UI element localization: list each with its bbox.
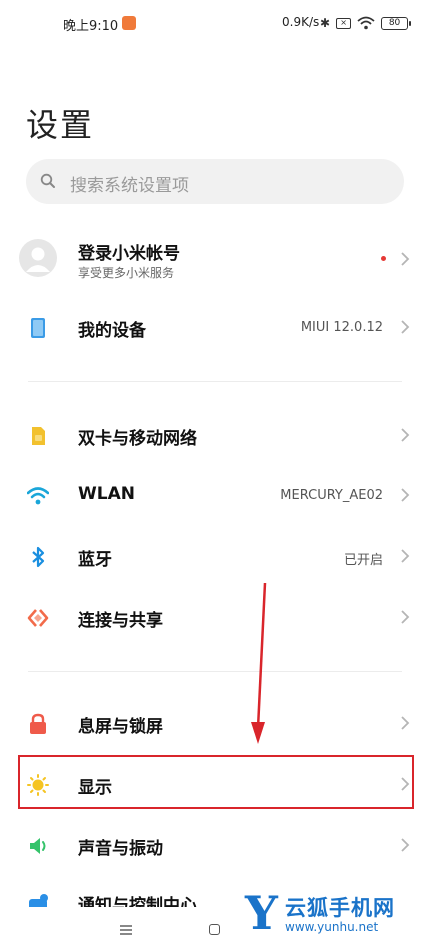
status-time: 晚上9:10 bbox=[63, 19, 119, 34]
settings-row-sim[interactable]: 双卡与移动网络 bbox=[0, 406, 427, 466]
row-label: WLAN bbox=[78, 484, 135, 504]
app-notification-icon bbox=[122, 16, 136, 30]
bluetooth-status-icon: ✱ bbox=[320, 16, 331, 30]
sim-card-icon bbox=[32, 427, 45, 445]
settings-row-my-device[interactable]: 我的设备 MIUI 12.0.12 bbox=[0, 298, 427, 358]
row-value: 已开启 bbox=[343, 553, 383, 568]
speaker-icon bbox=[30, 838, 46, 854]
wifi-icon bbox=[27, 487, 49, 505]
user-avatar-icon bbox=[26, 247, 50, 272]
chevron-right-icon bbox=[401, 610, 410, 624]
row-label: 声音与振动 bbox=[78, 839, 163, 859]
watermark-title: 云狐手机网 bbox=[285, 896, 395, 920]
settings-row-sound[interactable]: 声音与振动 bbox=[0, 816, 427, 876]
account-row[interactable]: 登录小米帐号 享受更多小米服务 bbox=[0, 228, 427, 290]
row-value: MIUI 12.0.12 bbox=[300, 320, 383, 335]
notification-dot bbox=[381, 256, 386, 261]
watermark-url: www.yunhu.net bbox=[285, 920, 379, 934]
battery-icon: 80 bbox=[381, 16, 412, 30]
row-label: 双卡与移动网络 bbox=[78, 429, 197, 449]
share-connect-icon bbox=[27, 609, 49, 627]
status-bar: 晚上9:10 0.9K/s ✱ × 80 bbox=[0, 0, 427, 48]
account-title: 登录小米帐号 bbox=[78, 244, 180, 264]
section-divider bbox=[28, 671, 402, 672]
lock-icon bbox=[30, 713, 46, 734]
highlight-box bbox=[18, 755, 414, 809]
chevron-right-icon bbox=[401, 320, 410, 334]
network-speed: 0.9K/s bbox=[282, 15, 320, 29]
row-value: MERCURY_AE02 bbox=[280, 488, 383, 503]
menu-nav-icon[interactable] bbox=[120, 925, 132, 935]
bluetooth-icon bbox=[32, 546, 45, 568]
device-icon bbox=[31, 318, 45, 338]
row-label: 连接与共享 bbox=[78, 611, 163, 631]
status-icons: ✱ × 80 bbox=[320, 14, 412, 32]
chevron-right-icon bbox=[401, 838, 410, 852]
settings-row-connection-sharing[interactable]: 连接与共享 bbox=[0, 588, 427, 648]
row-label: 我的设备 bbox=[78, 321, 146, 341]
settings-row-wlan[interactable]: WLAN MERCURY_AE02 bbox=[0, 466, 427, 526]
watermark-letter: Y bbox=[245, 886, 278, 940]
home-nav-icon[interactable] bbox=[209, 924, 220, 935]
watermark-logo: Y 云狐手机网 www.yunhu.net bbox=[245, 890, 427, 940]
chevron-right-icon bbox=[401, 252, 410, 266]
section-divider bbox=[28, 381, 402, 382]
chevron-right-icon bbox=[401, 488, 410, 502]
page-title: 设置 bbox=[26, 106, 95, 144]
row-label: 息屏与锁屏 bbox=[78, 717, 163, 737]
chevron-right-icon bbox=[401, 716, 410, 730]
settings-row-bluetooth[interactable]: 蓝牙 已开启 bbox=[0, 527, 427, 587]
wifi-status-icon bbox=[357, 16, 375, 30]
settings-row-lock-screen[interactable]: 息屏与锁屏 bbox=[0, 694, 427, 754]
row-label: 蓝牙 bbox=[78, 550, 112, 570]
search-placeholder: 搜索系统设置项 bbox=[70, 176, 189, 196]
account-subtitle: 享受更多小米服务 bbox=[78, 266, 175, 280]
search-icon bbox=[40, 173, 55, 188]
avatar bbox=[19, 239, 57, 277]
no-sim-icon: × bbox=[336, 17, 352, 29]
chevron-right-icon bbox=[401, 428, 410, 442]
chevron-right-icon bbox=[401, 549, 410, 563]
search-input[interactable]: 搜索系统设置项 bbox=[26, 159, 404, 204]
